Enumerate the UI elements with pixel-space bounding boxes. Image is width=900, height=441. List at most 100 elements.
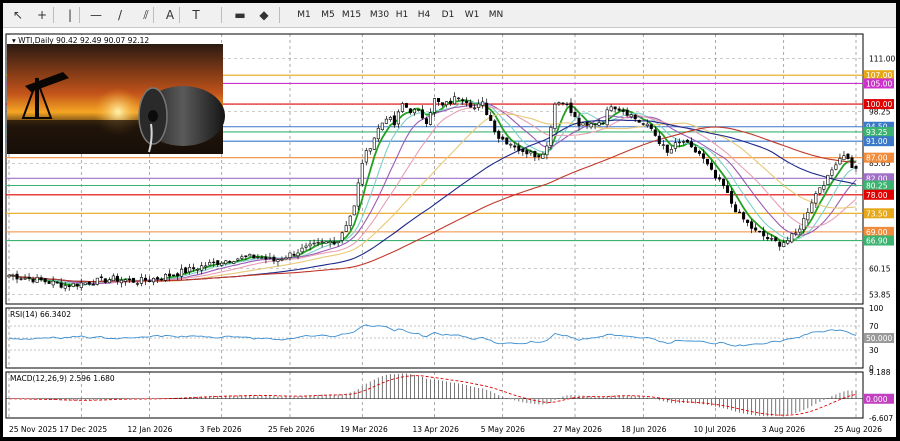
candle	[750, 221, 754, 229]
candle	[477, 103, 481, 108]
candle	[268, 257, 272, 259]
candle	[388, 117, 392, 120]
candle	[196, 268, 200, 271]
candle	[585, 121, 589, 126]
candle	[300, 247, 304, 253]
candle	[501, 136, 505, 140]
candle	[854, 165, 858, 169]
candle	[119, 279, 123, 284]
candle	[380, 122, 384, 131]
x-tick-label: 5 May 2026	[481, 425, 525, 434]
candle	[533, 151, 537, 158]
shapes-dropdown-icon[interactable]: ◆	[255, 6, 273, 24]
x-tick-label: 3 Aug 2026	[762, 425, 805, 434]
candle	[481, 101, 485, 106]
candle	[7, 274, 11, 278]
candle	[657, 135, 661, 144]
candle	[814, 193, 818, 204]
candle	[617, 108, 621, 111]
level-tag-label: 73.50	[866, 209, 888, 218]
candle	[324, 241, 328, 244]
candle	[220, 262, 224, 266]
timeframe-h4[interactable]: H4	[415, 8, 433, 22]
candle	[665, 144, 669, 153]
candle	[625, 109, 629, 116]
candle	[43, 278, 47, 283]
candle	[340, 232, 344, 241]
candle	[67, 285, 71, 287]
candle	[746, 219, 750, 223]
level-tag-label: 93.25	[866, 128, 888, 137]
candle	[846, 153, 850, 159]
candle	[224, 260, 228, 264]
candle	[637, 119, 641, 123]
toolbar-separator	[179, 7, 180, 23]
candle	[497, 130, 501, 139]
candle	[83, 282, 87, 285]
candle	[537, 155, 541, 158]
toolbar-separator	[79, 7, 80, 23]
timeframe-m1[interactable]: M1	[295, 8, 313, 22]
candle	[469, 102, 473, 108]
candle	[521, 148, 525, 152]
candle	[228, 261, 232, 263]
timeframe-m15[interactable]: M15	[339, 8, 364, 22]
candle	[810, 202, 814, 213]
macd-tick-label: 0.000	[866, 395, 888, 404]
candle	[794, 232, 798, 235]
macd-label: MACD(12,26,9) 2.596 1.680	[10, 374, 115, 383]
label-icon[interactable]: T	[187, 6, 205, 24]
trendline-icon[interactable]: /	[111, 6, 129, 24]
level-tag-label: 78.00	[866, 191, 888, 200]
candle	[11, 275, 15, 277]
candle	[661, 144, 665, 146]
candle	[240, 256, 244, 259]
candle	[465, 100, 469, 104]
candle	[713, 169, 718, 179]
timeframe-mn[interactable]: MN	[487, 8, 505, 22]
candle	[216, 260, 220, 265]
candle	[445, 101, 449, 106]
candle	[172, 274, 176, 276]
candle	[91, 284, 95, 286]
candle	[63, 285, 67, 289]
x-tick-label: 12 Jan 2026	[127, 425, 172, 434]
chart-area[interactable]: 25 Nov 2025 17 Dec 2025 12 Jan 2026 3 Feb 2…	[3, 28, 896, 437]
y-tick-label: 111.00	[869, 55, 895, 64]
candle	[308, 243, 312, 247]
candle	[188, 267, 192, 273]
text-icon[interactable]: A	[161, 6, 179, 24]
price-chart[interactable]: 25 Nov 2025 17 Dec 2025 12 Jan 2026 3 Feb 2…	[3, 28, 896, 437]
candle	[822, 185, 826, 190]
candle	[826, 174, 830, 185]
timeframe-m30[interactable]: M30	[367, 8, 392, 22]
candle	[272, 256, 276, 262]
candle	[264, 256, 268, 260]
level-tag-label: 100.00	[866, 100, 892, 109]
vertical-line-icon[interactable]: |	[61, 6, 79, 24]
candle	[352, 205, 356, 216]
photo-part	[35, 78, 39, 118]
candle	[192, 267, 196, 270]
horizontal-line-icon[interactable]: —	[87, 6, 105, 24]
timeframe-w1[interactable]: W1	[463, 8, 481, 22]
candle	[489, 115, 493, 121]
candle	[404, 103, 408, 108]
macd-tick-label: 9.188	[869, 368, 891, 377]
x-tick-label: 25 Aug 2026	[834, 425, 882, 434]
candle	[143, 277, 147, 281]
chart-window: ↖ + | — / ⫽ A T ▬ ◆ M1 M5 M15 M30 H1 H4 D1 W1 MN 25 Nov 20…	[0, 0, 900, 441]
timeframe-m5[interactable]: M5	[319, 8, 337, 22]
candle	[244, 255, 248, 257]
candle	[111, 275, 115, 281]
candle	[139, 277, 143, 284]
rectangle-icon[interactable]: ▬	[231, 6, 249, 24]
candle	[441, 102, 445, 106]
cursor-icon[interactable]: ↖	[9, 6, 27, 24]
candle	[798, 228, 802, 233]
x-tick-label: 10 Jul 2026	[694, 425, 737, 434]
crosshair-icon[interactable]: +	[33, 6, 51, 24]
timeframe-h1[interactable]: H1	[393, 8, 411, 22]
rsi-tick-label: 70	[869, 322, 879, 331]
timeframe-d1[interactable]: D1	[439, 8, 457, 22]
